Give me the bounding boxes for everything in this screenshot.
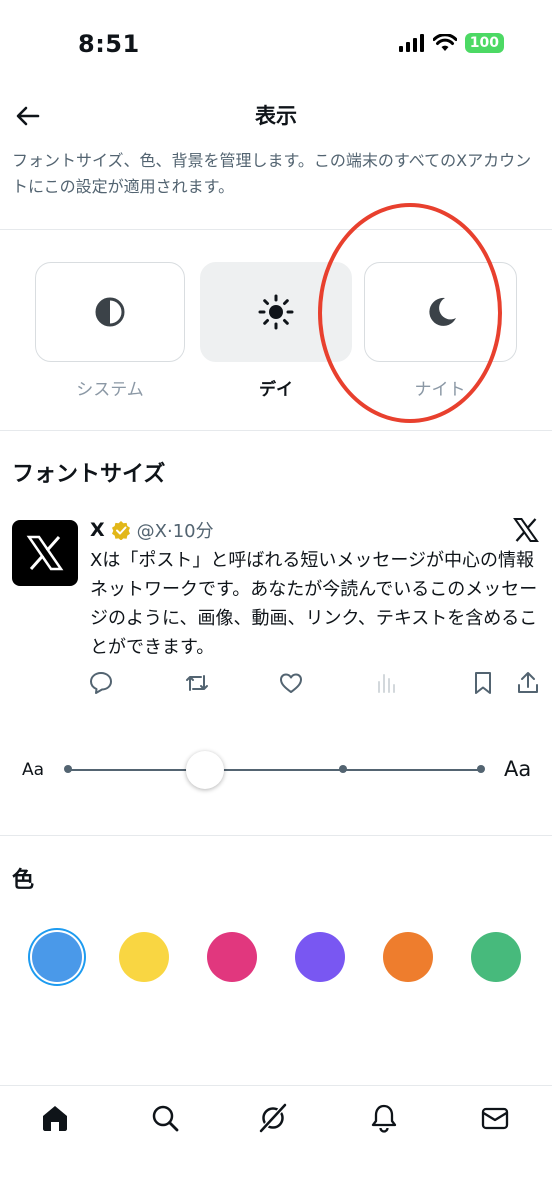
home-icon[interactable] (40, 1103, 70, 1133)
color-swatch-purple[interactable] (295, 932, 345, 982)
bottom-nav-divider (0, 1085, 552, 1086)
color-swatch-blue[interactable] (32, 932, 82, 982)
slider-stop (339, 765, 347, 773)
views-icon[interactable] (374, 670, 400, 696)
font-size-slider-thumb[interactable] (185, 751, 224, 789)
repost-icon[interactable] (184, 670, 210, 696)
x-logo-icon (513, 518, 539, 542)
search-icon[interactable] (150, 1103, 180, 1133)
tweet-text: Xは「ポスト」と呼ばれる短いメッセージが中心の情報ネットワークです。あなたが今読… (90, 550, 538, 658)
theme-label-system: システム (76, 380, 144, 400)
x-logo-icon (26, 535, 64, 571)
status-icons: 100 (398, 33, 504, 53)
color-swatch-orange[interactable] (383, 932, 433, 982)
color-heading: 色 (12, 868, 35, 893)
avatar (12, 520, 78, 586)
grok-icon[interactable] (258, 1103, 288, 1133)
color-swatch-pink[interactable] (207, 932, 257, 982)
settings-description: フォントサイズ、色、背景を管理します。この端末のすべてのXアカウントにこの設定が… (12, 151, 532, 196)
like-icon[interactable] (278, 670, 304, 696)
tweet-header: X @X·10分 (90, 517, 214, 543)
slider-stop (477, 765, 485, 773)
bell-icon[interactable] (369, 1103, 399, 1133)
font-size-heading: フォントサイズ (12, 462, 166, 487)
cellular-signal-icon (398, 34, 424, 52)
reply-icon[interactable] (88, 670, 114, 696)
page-title: 表示 (255, 104, 297, 128)
half-circle-icon (95, 297, 125, 327)
bookmark-icon[interactable] (470, 670, 496, 696)
highlight-circle-annotation (318, 203, 502, 423)
color-swatch-yellow[interactable] (119, 932, 169, 982)
theme-label-day: デイ (259, 380, 293, 400)
mail-icon[interactable] (480, 1103, 510, 1133)
share-icon[interactable] (515, 670, 541, 696)
theme-option-system[interactable] (35, 262, 185, 362)
slider-stop (64, 765, 72, 773)
tweet-handle-time: @X·10分 (136, 521, 214, 542)
divider (0, 430, 552, 431)
wifi-icon (432, 34, 457, 51)
tweet-author-name: X (90, 519, 105, 541)
divider (0, 835, 552, 836)
font-size-slider-track[interactable] (68, 769, 482, 771)
font-size-large-label: Aa (504, 757, 532, 781)
verified-badge-icon (111, 521, 130, 540)
battery-indicator: 100 (464, 33, 504, 53)
status-time: 8:51 (78, 30, 140, 58)
font-size-small-label: Aa (22, 760, 45, 780)
sun-icon (258, 294, 294, 330)
color-swatch-green[interactable] (471, 932, 521, 982)
